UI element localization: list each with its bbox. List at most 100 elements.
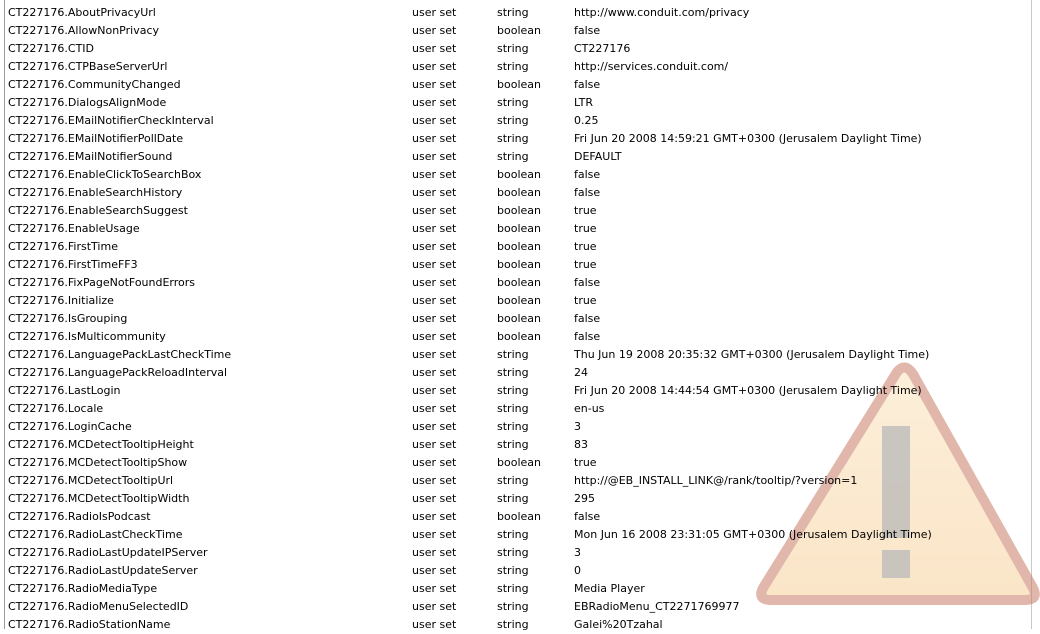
preference-name: CT227176.MCDetectTooltipWidth (8, 492, 190, 505)
preference-status: user set (412, 78, 457, 91)
preference-status: user set (412, 474, 457, 487)
preference-status: user set (412, 258, 457, 271)
table-row[interactable]: CT227176.EMailNotifierCheckInterval user … (0, 112, 1040, 130)
preference-type: boolean (497, 24, 541, 37)
table-row[interactable]: CT227176.Locale user set string en-us (0, 400, 1040, 418)
preference-value: 24 (574, 366, 588, 379)
preference-name: CT227176.Locale (8, 402, 104, 415)
table-row[interactable]: CT227176.LanguagePackLastCheckTime user s… (0, 346, 1040, 364)
table-row[interactable]: CT227176.RadioLastUpdateIPServer user set… (0, 544, 1040, 562)
preference-type: string (497, 528, 529, 541)
preference-value: Fri Jun 20 2008 14:59:21 GMT+0300 (Jerus… (574, 132, 922, 145)
table-row[interactable]: CT227176.LastLogin user set string Fri Jun … (0, 382, 1040, 400)
preference-value: false (574, 24, 601, 37)
table-row[interactable]: CT227176.LoginCache user set string 3 (0, 418, 1040, 436)
table-row[interactable]: CT227176.EnableClickToSearchBox user set b… (0, 166, 1040, 184)
preference-name: CT227176.RadioMenuSelectedID (8, 600, 189, 613)
preference-status: user set (412, 60, 457, 73)
table-row[interactable]: CT227176.IsMulticommunity user set boolean… (0, 328, 1040, 346)
table-row[interactable]: CT227176.Initialize user set boolean true (0, 292, 1040, 310)
preference-status: user set (412, 420, 457, 433)
preference-status: user set (412, 240, 457, 253)
preference-value: false (574, 312, 601, 325)
table-row[interactable]: CT227176.CTID user set string CT227176 (0, 40, 1040, 58)
preference-status: user set (412, 492, 457, 505)
preference-type: string (497, 348, 529, 361)
table-row[interactable]: CT227176.RadioMediaType user set string Med… (0, 580, 1040, 598)
preference-status: user set (412, 114, 457, 127)
preference-status: user set (412, 132, 457, 145)
preference-name: CT227176.LastLogin (8, 384, 121, 397)
preference-value: Media Player (574, 582, 645, 595)
table-row[interactable]: CT227176.EnableSearchSuggest user set bool… (0, 202, 1040, 220)
preference-type: string (497, 582, 529, 595)
preference-value: false (574, 330, 601, 343)
table-row[interactable]: CT227176.EnableUsage user set boolean true (0, 220, 1040, 238)
preference-type: string (497, 564, 529, 577)
table-row[interactable]: CT227176.LanguagePackReloadInterval user … (0, 364, 1040, 382)
table-row[interactable]: CT227176.FixPageNotFoundErrors user set bo… (0, 274, 1040, 292)
preference-type: string (497, 42, 529, 55)
preference-status: user set (412, 96, 457, 109)
preference-value: http://www.conduit.com/privacy (574, 6, 750, 19)
preference-type: boolean (497, 258, 541, 271)
preference-type: string (497, 600, 529, 613)
preference-status: user set (412, 168, 457, 181)
preference-status: user set (412, 438, 457, 451)
preference-value: Mon Jun 16 2008 23:31:05 GMT+0300 (Jerus… (574, 528, 932, 541)
preference-type: boolean (497, 222, 541, 235)
table-row[interactable]: CT227176.MCDetectTooltipUrl user set strin… (0, 472, 1040, 490)
table-row[interactable]: CT227176.MCDetectTooltipHeight user set st… (0, 436, 1040, 454)
preference-name: CT227176.EnableSearchSuggest (8, 204, 188, 217)
table-row[interactable]: CT227176.IsGrouping user set boolean false (0, 310, 1040, 328)
preference-name: CT227176.EnableUsage (8, 222, 140, 235)
preference-value: DEFAULT (574, 150, 622, 163)
preference-type: string (497, 438, 529, 451)
table-row[interactable]: CT227176.CTPBaseServerUrl user set string h… (0, 58, 1040, 76)
preference-value: true (574, 258, 597, 271)
preference-name: CT227176.CTID (8, 42, 95, 55)
preference-value: true (574, 456, 597, 469)
table-row[interactable]: CT227176.EMailNotifierPollDate user set st… (0, 130, 1040, 148)
table-row[interactable]: CT227176.RadioIsPodcast user set boolean fa… (0, 508, 1040, 526)
preference-status: user set (412, 366, 457, 379)
preference-value: Thu Jun 19 2008 20:35:32 GMT+0300 (Jerus… (574, 348, 930, 361)
preference-name: CT227176.EMailNotifierCheckInterval (8, 114, 214, 127)
preference-name: CT227176.RadioLastUpdateServer (8, 564, 198, 577)
table-row[interactable]: CT227176.MCDetectTooltipWidth user set str… (0, 490, 1040, 508)
preference-value: 0 (574, 564, 581, 577)
table-row[interactable]: CT227176.RadioStationName user set string G… (0, 616, 1040, 634)
table-row[interactable]: CT227176.AllowNonPrivacy user set boolean f… (0, 22, 1040, 40)
preference-value: LTR (574, 96, 593, 109)
table-row[interactable]: CT227176.MCDetectTooltipShow user set bool… (0, 454, 1040, 472)
preference-status: user set (412, 348, 457, 361)
preference-name: CT227176.RadioStationName (8, 618, 171, 631)
preference-status: user set (412, 600, 457, 613)
table-row[interactable]: CT227176.FirstTime user set boolean true (0, 238, 1040, 256)
preference-type: string (497, 366, 529, 379)
table-row[interactable]: CT227176.FirstTimeFF3 user set boolean true (0, 256, 1040, 274)
table-row[interactable]: CT227176.RadioLastUpdateServer user set st… (0, 562, 1040, 580)
preference-name: CT227176.FixPageNotFoundErrors (8, 276, 196, 289)
preference-type: boolean (497, 510, 541, 523)
preference-status: user set (412, 618, 457, 631)
preference-name: CT227176.EnableClickToSearchBox (8, 168, 202, 181)
preference-value: true (574, 204, 597, 217)
preference-status: user set (412, 204, 457, 217)
preference-value: 83 (574, 438, 588, 451)
table-row[interactable]: CT227176.EMailNotifierSound user set strin… (0, 148, 1040, 166)
preference-value: Fri Jun 20 2008 14:44:54 GMT+0300 (Jerus… (574, 384, 922, 397)
preference-value: CT227176 (574, 42, 631, 55)
table-row[interactable]: CT227176.AboutPrivacyUrl user set string ht… (0, 4, 1040, 22)
table-row[interactable]: CT227176.CommunityChanged user set boolean… (0, 76, 1040, 94)
table-row[interactable]: CT227176.RadioLastCheckTime user set strin… (0, 526, 1040, 544)
preference-value: true (574, 240, 597, 253)
preference-name: CT227176.AboutPrivacyUrl (8, 6, 156, 19)
table-row[interactable]: CT227176.EnableSearchHistory user set bool… (0, 184, 1040, 202)
table-row[interactable]: CT227176.DialogsAlignMode user set string L… (0, 94, 1040, 112)
preference-status: user set (412, 402, 457, 415)
preference-value: EBRadioMenu_CT2271769977 (574, 600, 740, 613)
preference-name: CT227176.LanguagePackLastCheckTime (8, 348, 232, 361)
table-row[interactable]: CT227176.RadioMenuSelectedID user set stri… (0, 598, 1040, 616)
preference-type: string (497, 60, 529, 73)
